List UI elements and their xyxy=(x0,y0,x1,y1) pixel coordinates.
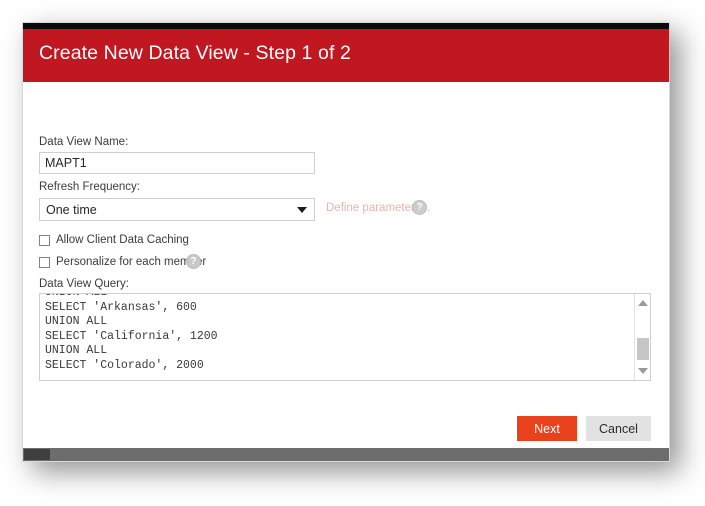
query-text: UNION ALL SELECT 'Arkansas', 600 UNION A… xyxy=(45,294,218,372)
application-window: Create New Data View - Step 1 of 2 Data … xyxy=(22,22,670,462)
allow-client-data-caching-checkbox[interactable] xyxy=(39,234,50,246)
data-view-query-textarea[interactable]: UNION ALL SELECT 'Arkansas', 600 UNION A… xyxy=(39,293,651,381)
scroll-up-arrow-icon[interactable] xyxy=(638,300,648,306)
refresh-frequency-value: One time xyxy=(46,203,97,217)
personalize-for-each-member-checkbox[interactable] xyxy=(39,256,50,268)
allow-client-data-caching-row[interactable]: Allow Client Data Caching xyxy=(39,234,189,246)
dialog-title-bar: Create New Data View - Step 1 of 2 xyxy=(23,29,669,82)
chevron-down-icon xyxy=(297,207,307,213)
screenshot-canvas: Create New Data View - Step 1 of 2 Data … xyxy=(0,0,705,506)
personalize-for-each-member-row[interactable]: Personalize for each member xyxy=(39,256,206,268)
next-button[interactable]: Next xyxy=(517,416,577,441)
horizontal-scrollbar-thumb[interactable] xyxy=(24,449,50,460)
define-parameters-help-icon[interactable]: ? xyxy=(412,200,427,215)
personalize-for-each-member-label: Personalize for each member xyxy=(56,256,207,268)
dialog-body: Data View Name: Refresh Frequency: One t… xyxy=(23,82,669,461)
query-text-clip: UNION ALL SELECT 'Arkansas', 600 UNION A… xyxy=(40,294,633,380)
refresh-frequency-label: Refresh Frequency: xyxy=(39,181,140,193)
data-view-name-label: Data View Name: xyxy=(39,136,129,148)
personalize-help-icon[interactable]: ? xyxy=(186,254,201,269)
query-vertical-scrollbar[interactable] xyxy=(634,294,650,380)
data-view-query-label: Data View Query: xyxy=(39,278,129,290)
refresh-frequency-select[interactable]: One time xyxy=(39,198,315,221)
data-view-name-input[interactable] xyxy=(39,152,315,174)
scroll-down-arrow-icon[interactable] xyxy=(638,368,648,374)
horizontal-scrollbar[interactable] xyxy=(23,448,669,461)
allow-client-data-caching-label: Allow Client Data Caching xyxy=(56,234,189,246)
cancel-button[interactable]: Cancel xyxy=(586,416,651,441)
page-title: Create New Data View - Step 1 of 2 xyxy=(39,42,351,64)
vertical-scrollbar-thumb[interactable] xyxy=(637,338,649,360)
